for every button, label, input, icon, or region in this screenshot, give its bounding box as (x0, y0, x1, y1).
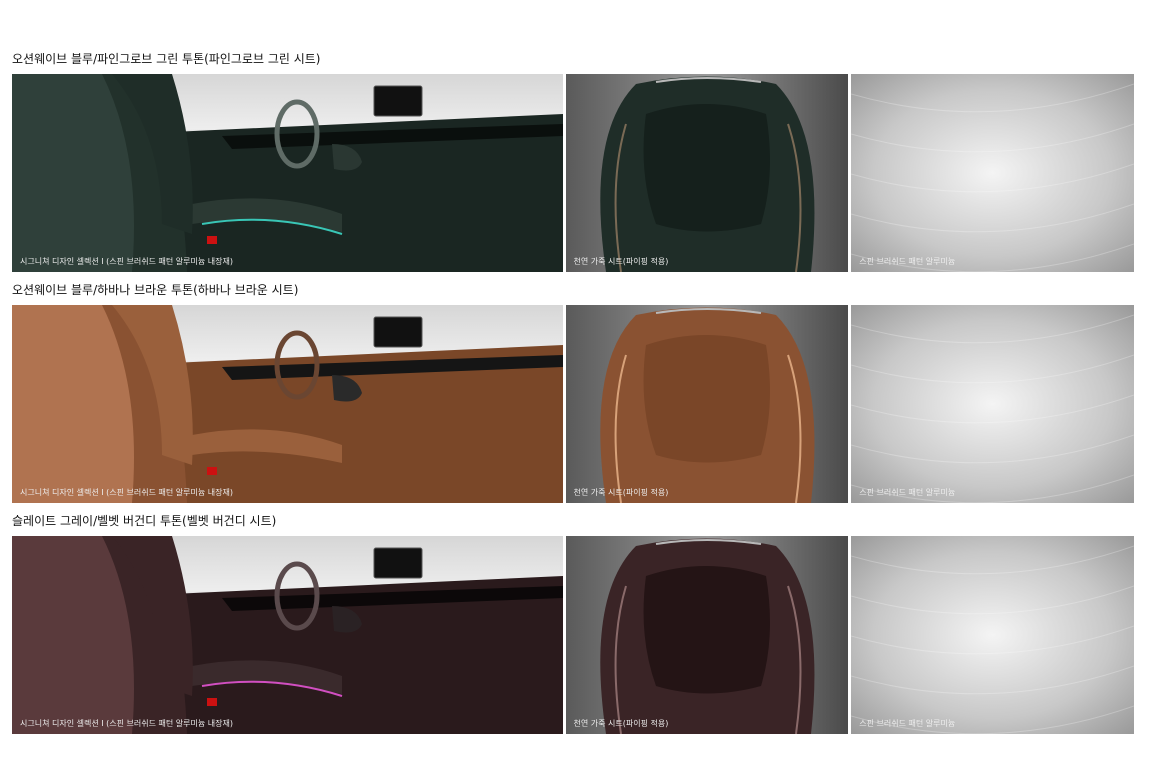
color-option-1: 오션웨이브 블루/파인그로브 그린 투톤(파인그로브 그린 시트) 시그니쳐 디… (12, 51, 1134, 272)
image-caption: 스핀 브러쉬드 패턴 알루미늄 (859, 257, 956, 266)
seat-image[interactable]: 천연 가죽 시트(파이핑 적용) (565, 536, 849, 734)
interior-image[interactable]: 시그니쳐 디자인 셀렉션 I (스핀 브러쉬드 패턴 알루미늄 내장재) (12, 74, 563, 272)
color-option-title: 슬레이트 그레이/벨벳 버건디 투톤(벨벳 버건디 시트) (12, 514, 277, 528)
image-caption: 천연 가죽 시트(파이핑 적용) (573, 488, 669, 497)
color-option-2: 오션웨이브 블루/하바나 브라운 투톤(하바나 브라운 시트) 시그니쳐 디자인… (12, 282, 1134, 503)
seat-image[interactable]: 천연 가죽 시트(파이핑 적용) (565, 305, 849, 503)
interior-image[interactable]: 시그니쳐 디자인 셀렉션 I (스핀 브러쉬드 패턴 알루미늄 내장재) (12, 536, 563, 734)
interior-image[interactable]: 시그니쳐 디자인 셀렉션 I (스핀 브러쉬드 패턴 알루미늄 내장재) (12, 305, 563, 503)
image-caption: 스핀 브러쉬드 패턴 알루미늄 (859, 488, 956, 497)
trim-image[interactable]: 스핀 브러쉬드 패턴 알루미늄 (851, 305, 1134, 503)
seat-image[interactable]: 천연 가죽 시트(파이핑 적용) (565, 74, 849, 272)
color-option-title: 오션웨이브 블루/파인그로브 그린 투톤(파인그로브 그린 시트) (12, 52, 321, 66)
trim-image[interactable]: 스핀 브러쉬드 패턴 알루미늄 (851, 74, 1134, 272)
image-caption: 천연 가죽 시트(파이핑 적용) (573, 257, 669, 266)
image-caption: 스핀 브러쉬드 패턴 알루미늄 (859, 719, 956, 728)
color-option-3: 슬레이트 그레이/벨벳 버건디 투톤(벨벳 버건디 시트) 시그니쳐 디자인 셀… (12, 513, 1134, 734)
image-caption: 시그니쳐 디자인 셀렉션 I (스핀 브러쉬드 패턴 알루미늄 내장재) (20, 257, 233, 266)
image-caption: 시그니쳐 디자인 셀렉션 I (스핀 브러쉬드 패턴 알루미늄 내장재) (20, 488, 233, 497)
image-caption: 천연 가죽 시트(파이핑 적용) (573, 719, 669, 728)
trim-image[interactable]: 스핀 브러쉬드 패턴 알루미늄 (851, 536, 1134, 734)
color-option-title: 오션웨이브 블루/하바나 브라운 투톤(하바나 브라운 시트) (12, 283, 299, 297)
image-caption: 시그니쳐 디자인 셀렉션 I (스핀 브러쉬드 패턴 알루미늄 내장재) (20, 719, 233, 728)
